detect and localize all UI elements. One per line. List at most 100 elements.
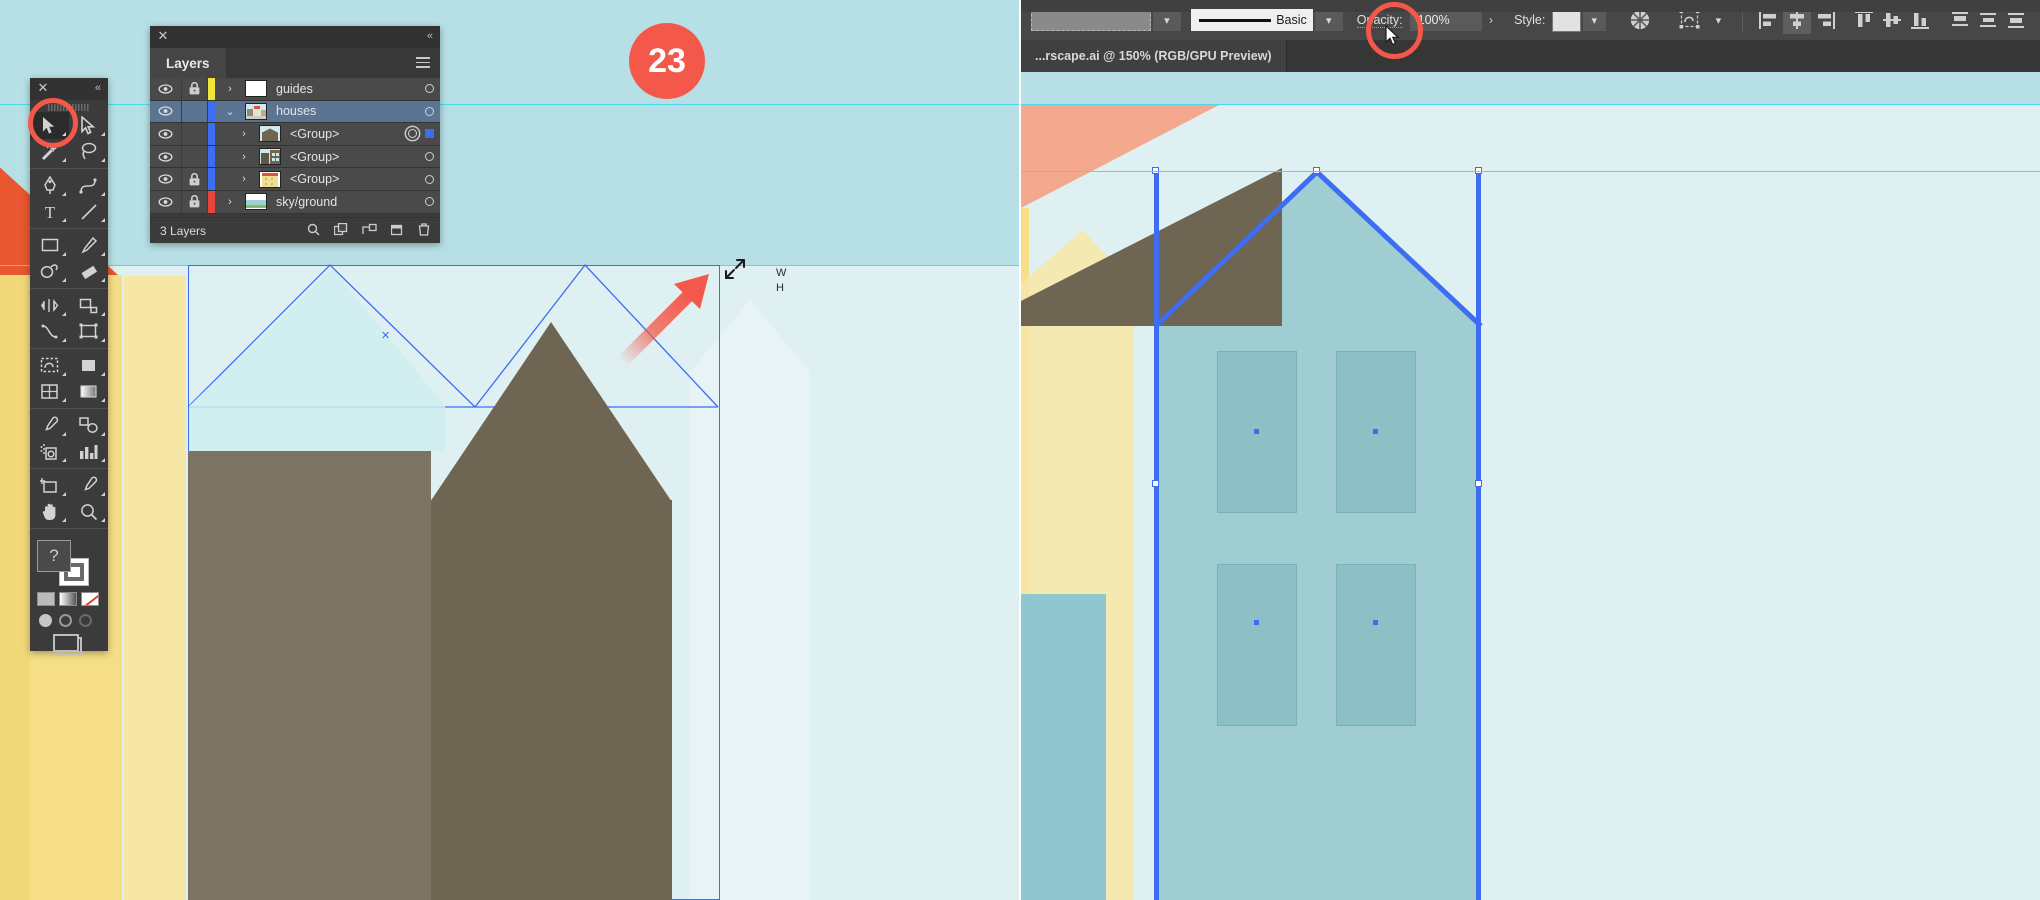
paintbrush-tool[interactable] [69, 232, 108, 259]
lock-icon[interactable] [182, 100, 208, 123]
layer-row-group[interactable]: › <Group> [150, 145, 440, 169]
tools-panel-left[interactable]: ✕ « T? [30, 78, 108, 655]
gradient-tool[interactable] [69, 379, 108, 406]
gradient-swatch[interactable] [59, 592, 77, 606]
mesh-tool[interactable] [30, 379, 69, 406]
lock-icon[interactable] [182, 123, 208, 145]
layer-color-bar [208, 168, 215, 190]
create-new-layer-icon[interactable] [390, 223, 404, 239]
fill-swatch[interactable]: ? [37, 540, 71, 572]
stroke-profile-value[interactable]: Basic [1190, 9, 1313, 31]
lock-icon[interactable] [182, 168, 208, 190]
perspective-grid-tool[interactable] [69, 352, 108, 379]
target-indicator-icon[interactable] [425, 174, 434, 184]
layer-target-column [425, 101, 434, 123]
zoom-tool[interactable] [69, 499, 108, 526]
target-indicator-icon[interactable] [408, 129, 417, 139]
layer-row-guides[interactable]: › guides [150, 78, 440, 101]
canvas-right[interactable] [1021, 0, 2040, 900]
delete-layer-icon[interactable] [418, 222, 430, 239]
lock-icon[interactable] [182, 145, 208, 168]
chevron-right-icon[interactable]: › [229, 173, 259, 185]
target-indicator-icon[interactable] [425, 197, 434, 207]
tool-group-indicator [101, 371, 105, 376]
chevron-down-icon[interactable]: ▾ [1314, 9, 1343, 31]
tool-group-indicator [62, 398, 66, 402]
eye-icon[interactable] [150, 168, 182, 190]
tool-group-indicator [62, 311, 66, 316]
make-sublayer-icon[interactable] [333, 222, 348, 239]
layer-row-houses[interactable]: ⌄ houses [150, 100, 440, 124]
divider [30, 468, 108, 469]
rotate-tool[interactable] [30, 292, 69, 319]
layers-panel[interactable]: ✕ « Layers › guides ⌄ houses › <Group> › <Group… [150, 26, 440, 243]
layer-row-skyground[interactable]: › sky/ground [150, 190, 440, 214]
tool-group-indicator [62, 218, 66, 222]
chevron-right-icon[interactable]: › [215, 196, 245, 208]
target-indicator-icon[interactable] [425, 152, 434, 162]
rectangle-tool[interactable] [30, 232, 69, 259]
draw-normal-icon[interactable] [39, 614, 52, 627]
create-new-sublayer-icon[interactable] [362, 223, 377, 239]
curvature-tool[interactable] [69, 172, 108, 199]
opacity-next-icon[interactable]: › [1482, 9, 1500, 31]
collapse-panel-icon[interactable]: « [427, 30, 433, 42]
color-swatch[interactable] [37, 592, 55, 606]
hand-tool[interactable] [30, 499, 69, 526]
close-icon[interactable]: ✕ [157, 29, 169, 42]
lock-icon[interactable] [182, 78, 208, 100]
chevron-down-icon[interactable]: ▾ [1707, 9, 1730, 31]
layer-target-column [425, 168, 434, 190]
close-icon[interactable]: ✕ [37, 81, 49, 94]
anchor-point[interactable] [1152, 480, 1159, 487]
slice-tool[interactable] [69, 472, 108, 499]
type-tool[interactable]: T [30, 199, 69, 226]
fill-color-swatch[interactable] [1030, 9, 1151, 31]
shape-builder-tool[interactable] [30, 352, 69, 379]
column-graph-tool[interactable] [69, 439, 108, 466]
target-indicator-icon[interactable] [425, 84, 434, 94]
panel-menu-icon[interactable] [416, 57, 430, 68]
eye-icon[interactable] [150, 78, 182, 100]
layer-thumbnail [259, 125, 281, 143]
draw-behind-icon[interactable] [59, 614, 72, 627]
eye-icon[interactable] [150, 145, 182, 168]
width-tool[interactable] [30, 319, 69, 346]
control-bar[interactable]: ▾ Basic ▾ Opacity: 100% › Style: ▾ ▾ [1021, 0, 2040, 40]
layer-color-bar [208, 78, 215, 100]
layer-row-group[interactable]: › <Group> [150, 168, 440, 191]
none-swatch[interactable] [81, 592, 99, 606]
chevron-down-icon[interactable]: ⌄ [215, 105, 245, 118]
lock-icon[interactable] [182, 190, 208, 213]
lasso-tool[interactable] [69, 139, 108, 166]
chevron-down-icon[interactable]: ▾ [1152, 9, 1181, 31]
artboard-tool[interactable] [30, 472, 69, 499]
layer-row-group[interactable]: › <Group> [150, 123, 440, 146]
chevron-right-icon[interactable]: › [215, 83, 245, 95]
pen-tool[interactable] [30, 172, 69, 199]
document-tab[interactable]: ...rscape.ai @ 150% (RGB/GPU Preview) [1021, 40, 1287, 72]
free-transform-tool[interactable] [69, 319, 108, 346]
locate-object-icon[interactable] [307, 223, 320, 239]
shaper-tool[interactable] [30, 259, 69, 286]
chevron-down-icon[interactable]: ▾ [1582, 9, 1606, 31]
change-screen-mode-icon[interactable] [53, 634, 82, 655]
eye-icon[interactable] [150, 190, 182, 213]
chevron-right-icon[interactable]: › [229, 128, 259, 140]
layer-name-label: <Group> [290, 126, 340, 141]
scale-tool[interactable] [69, 292, 108, 319]
eye-icon[interactable] [150, 123, 182, 145]
anchor-point[interactable] [1475, 480, 1482, 487]
target-indicator-icon[interactable] [425, 106, 434, 116]
eyedropper-tool[interactable] [30, 412, 69, 439]
line-segment-tool[interactable] [69, 199, 108, 226]
collapse-panel-icon[interactable]: « [95, 82, 101, 94]
tab-layers[interactable]: Layers [150, 48, 226, 78]
chevron-right-icon[interactable]: › [229, 151, 259, 163]
fill-stroke-swatches[interactable]: ? [37, 540, 101, 586]
eraser-tool[interactable] [69, 259, 108, 286]
symbol-sprayer-tool[interactable] [30, 439, 69, 466]
draw-inside-icon[interactable] [79, 614, 92, 627]
blend-tool[interactable] [69, 412, 108, 439]
eye-icon[interactable] [150, 100, 182, 123]
